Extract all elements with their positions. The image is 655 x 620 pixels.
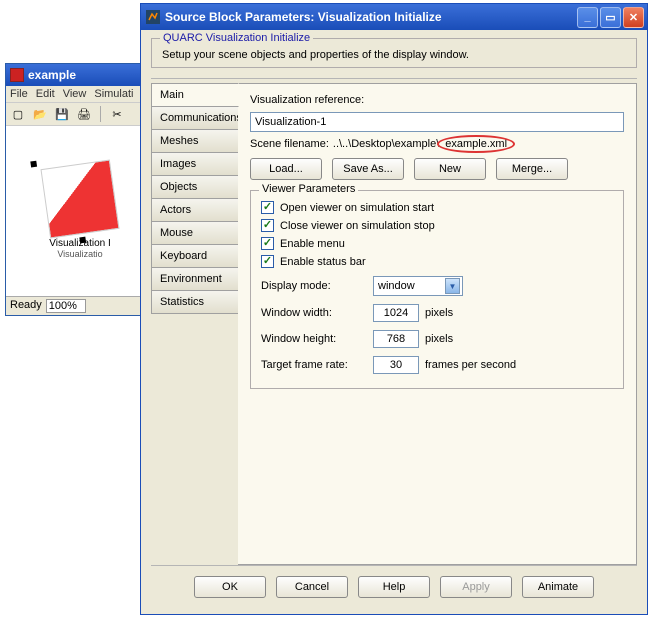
scene-filename-highlight: example.xml	[443, 138, 509, 150]
ref-label: Visualization reference:	[250, 94, 364, 106]
bg-title: example	[28, 68, 76, 82]
bg-app-icon	[10, 68, 24, 82]
frame-rate-label: Target frame rate:	[261, 359, 367, 371]
matlab-icon	[145, 9, 161, 25]
apply-button[interactable]: Apply	[440, 576, 512, 598]
tab-main[interactable]: Main	[151, 83, 239, 107]
enable-status-checkbox[interactable]: ✓	[261, 255, 274, 268]
tabs-list: Main Communications Meshes Images Object…	[151, 79, 239, 565]
tab-actors[interactable]: Actors	[151, 198, 239, 222]
bg-menu-simulation[interactable]: Simulati	[94, 88, 133, 100]
bg-canvas[interactable]: Visualization I Visualizatio	[6, 126, 154, 296]
block-icon[interactable]	[40, 159, 119, 238]
display-mode-label: Display mode:	[261, 280, 367, 292]
close-on-stop-label: Close viewer on simulation stop	[280, 220, 435, 232]
tab-objects[interactable]: Objects	[151, 175, 239, 199]
ok-button[interactable]: OK	[194, 576, 266, 598]
enable-status-label: Enable status bar	[280, 256, 366, 268]
tab-keyboard[interactable]: Keyboard	[151, 244, 239, 268]
help-button[interactable]: Help	[358, 576, 430, 598]
merge-button[interactable]: Merge...	[496, 158, 568, 180]
chevron-down-icon: ▼	[445, 278, 460, 294]
scene-filename-label: Scene filename:	[250, 138, 329, 150]
window-width-label: Window width:	[261, 307, 367, 319]
window-height-label: Window height:	[261, 333, 367, 345]
status-ready: Ready	[10, 299, 42, 313]
tab-communications[interactable]: Communications	[151, 106, 239, 130]
tab-mouse[interactable]: Mouse	[151, 221, 239, 245]
tab-meshes[interactable]: Meshes	[151, 129, 239, 153]
block-sublabel: Visualizatio	[57, 249, 102, 259]
scene-path-text: ..\..\Desktop\example\	[333, 138, 439, 150]
bg-menu-file[interactable]: File	[10, 88, 28, 100]
main-tab-content: Visualization reference: Scene filename:…	[238, 83, 637, 565]
tab-environment[interactable]: Environment	[151, 267, 239, 291]
animate-button[interactable]: Animate	[522, 576, 594, 598]
save-icon[interactable]: 💾	[54, 106, 70, 122]
save-as-button[interactable]: Save As...	[332, 158, 404, 180]
background-window: example File Edit View Simulati ▢ 📂 💾 🖨 …	[5, 63, 155, 316]
display-mode-select[interactable]: window ▼	[373, 276, 463, 296]
visualization-reference-input[interactable]	[250, 112, 624, 132]
bg-statusbar: Ready	[6, 296, 154, 315]
bg-titlebar[interactable]: example	[6, 64, 154, 86]
enable-menu-label: Enable menu	[280, 238, 345, 250]
status-zoom[interactable]	[46, 299, 86, 313]
viewer-legend: Viewer Parameters	[259, 183, 358, 195]
cancel-button[interactable]: Cancel	[276, 576, 348, 598]
new-button[interactable]: New	[414, 158, 486, 180]
bg-menu-view[interactable]: View	[63, 88, 87, 100]
tab-images[interactable]: Images	[151, 152, 239, 176]
description-legend: QUARC Visualization Initialize	[160, 32, 313, 44]
parameters-dialog: Source Block Parameters: Visualization I…	[140, 3, 648, 615]
new-file-icon[interactable]: ▢	[10, 106, 26, 122]
window-controls: _ ▭ ✕	[577, 7, 644, 28]
bg-menu-edit[interactable]: Edit	[36, 88, 55, 100]
close-button[interactable]: ✕	[623, 7, 644, 28]
dialog-button-bar: OK Cancel Help Apply Animate	[151, 565, 637, 608]
display-mode-value: window	[378, 280, 415, 292]
bg-toolbar: ▢ 📂 💾 🖨 ✂	[6, 102, 154, 126]
tab-statistics[interactable]: Statistics	[151, 290, 239, 314]
open-on-start-label: Open viewer on simulation start	[280, 202, 434, 214]
window-height-input[interactable]	[373, 330, 419, 348]
frame-rate-unit: frames per second	[425, 359, 516, 371]
window-width-input[interactable]	[373, 304, 419, 322]
dialog-title: Source Block Parameters: Visualization I…	[165, 10, 577, 24]
maximize-button[interactable]: ▭	[600, 7, 621, 28]
description-text: Setup your scene objects and properties …	[162, 49, 626, 61]
print-icon[interactable]: 🖨	[76, 106, 92, 122]
minimize-button[interactable]: _	[577, 7, 598, 28]
enable-menu-checkbox[interactable]: ✓	[261, 237, 274, 250]
cut-icon[interactable]: ✂	[109, 106, 125, 122]
description-group: QUARC Visualization Initialize Setup you…	[151, 38, 637, 68]
frame-rate-input[interactable]	[373, 356, 419, 374]
open-on-start-checkbox[interactable]: ✓	[261, 201, 274, 214]
window-width-unit: pixels	[425, 307, 453, 319]
dialog-titlebar[interactable]: Source Block Parameters: Visualization I…	[141, 4, 647, 30]
bg-menubar: File Edit View Simulati	[6, 86, 154, 102]
close-on-stop-checkbox[interactable]: ✓	[261, 219, 274, 232]
load-button[interactable]: Load...	[250, 158, 322, 180]
viewer-parameters-group: Viewer Parameters ✓ Open viewer on simul…	[250, 190, 624, 389]
open-folder-icon[interactable]: 📂	[32, 106, 48, 122]
window-height-unit: pixels	[425, 333, 453, 345]
